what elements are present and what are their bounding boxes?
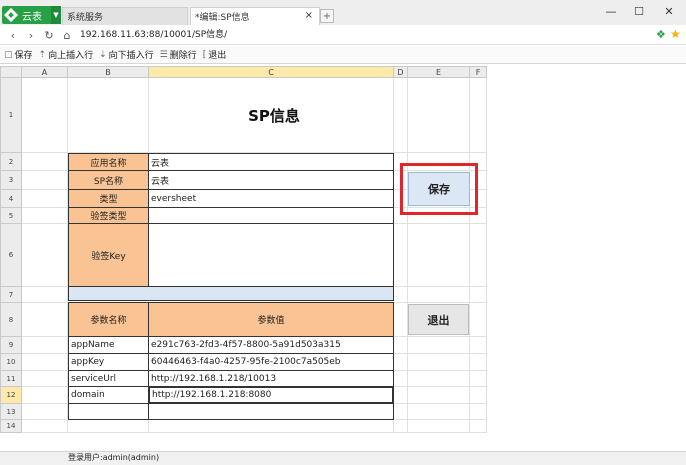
row-header[interactable]: 10 xyxy=(0,354,22,371)
param-value-cell[interactable]: http://192.168.1.218/10013 xyxy=(148,370,394,387)
tab-edit-sp-info[interactable]: *编辑:SP信息 × xyxy=(190,7,320,25)
tab-system-service[interactable]: 系统服务 xyxy=(62,7,188,25)
param-name-cell[interactable]: appKey xyxy=(68,353,149,371)
row-header[interactable]: 1 xyxy=(0,78,22,153)
grid-line xyxy=(469,78,470,433)
star-icon[interactable]: ★ xyxy=(670,27,682,41)
save-button[interactable]: 保存 xyxy=(408,172,470,206)
param-name-cell[interactable]: serviceUrl xyxy=(68,370,149,387)
close-icon[interactable]: × xyxy=(305,10,313,21)
save-icon: ▢ xyxy=(4,49,13,60)
field-value-sign-key[interactable] xyxy=(148,223,394,287)
new-tab-icon[interactable]: + xyxy=(320,9,334,23)
field-label: 应用名称 xyxy=(68,153,149,171)
param-name-header: 参数名称 xyxy=(68,302,149,337)
row-header[interactable]: 8 xyxy=(0,303,22,337)
column-header-d[interactable]: D xyxy=(394,66,408,78)
column-header-c[interactable]: C xyxy=(149,66,394,78)
toolbar: ▢ 保存 ⇡ 向上插入行 ⇣ 向下插入行 ☰ 删除行 [退出 xyxy=(0,46,686,64)
param-value-cell[interactable] xyxy=(148,403,394,420)
insert-above-label: 向上插入行 xyxy=(48,51,94,61)
row-header[interactable]: 4 xyxy=(0,190,22,208)
save-label: 保存 xyxy=(14,51,33,61)
app-menu-button[interactable]: 云表 xyxy=(2,6,58,24)
exit-button[interactable]: 退出 xyxy=(408,304,469,335)
column-header-a[interactable]: A xyxy=(22,66,68,78)
grid-line xyxy=(407,78,408,433)
row-header[interactable]: 12 xyxy=(0,387,22,404)
home-icon[interactable]: ⌂ xyxy=(60,27,74,43)
app-name: 云表 xyxy=(22,11,42,23)
login-user-status: 登录用户:admin(admin) xyxy=(68,453,160,462)
grid-line xyxy=(486,78,487,433)
maximize-icon[interactable]: ☐ xyxy=(626,2,652,20)
param-value-cell-active[interactable]: http://192.168.1.218:8080 xyxy=(148,386,394,404)
insert-above-button[interactable]: ⇡ 向上插入行 xyxy=(38,48,94,62)
insert-above-icon: ⇡ xyxy=(38,49,47,60)
delete-row-icon: ☰ xyxy=(159,49,168,60)
param-value-cell[interactable]: 60446463-f4a0-4257-95fe-2100c7a505eb xyxy=(148,353,394,371)
field-value-sp-name[interactable]: 云表 xyxy=(148,170,394,190)
row-header[interactable]: 14 xyxy=(0,420,22,433)
back-icon[interactable]: ‹ xyxy=(6,27,20,43)
param-name-cell[interactable]: domain xyxy=(68,386,149,404)
field-label: 验签类型 xyxy=(68,207,149,224)
row-header[interactable]: 3 xyxy=(0,171,22,190)
row-header[interactable]: 5 xyxy=(0,208,22,224)
extension-icon[interactable]: ❖ xyxy=(656,28,668,41)
tab-label: *编辑:SP信息 xyxy=(195,13,250,23)
delete-row-button[interactable]: ☰ 删除行 xyxy=(159,48,197,62)
field-value-type[interactable]: eversheet xyxy=(148,189,394,208)
param-name-cell[interactable]: appName xyxy=(68,336,149,354)
minimize-icon[interactable]: — xyxy=(598,2,624,20)
page-title: SP信息 xyxy=(248,106,300,125)
chevron-down-icon[interactable]: ▼ xyxy=(51,6,61,24)
column-header-b[interactable]: B xyxy=(68,66,149,78)
row-header[interactable]: 7 xyxy=(0,287,22,303)
delete-row-label: 删除行 xyxy=(169,51,197,61)
exit-toolbar-button[interactable]: [退出 xyxy=(202,48,227,62)
exit-icon: [ xyxy=(202,49,207,60)
row-header[interactable]: 2 xyxy=(0,153,22,171)
save-toolbar-button[interactable]: ▢ 保存 xyxy=(4,48,33,62)
row-header[interactable]: 9 xyxy=(0,337,22,354)
tab-label: 系统服务 xyxy=(67,13,104,23)
param-name-cell[interactable] xyxy=(68,403,149,420)
column-header-e[interactable]: E xyxy=(408,66,470,78)
corner-cell[interactable] xyxy=(0,66,22,78)
insert-below-label: 向下插入行 xyxy=(108,51,154,61)
column-header-f[interactable]: F xyxy=(470,66,487,78)
field-label: 验签Key xyxy=(68,223,149,287)
field-label: SP名称 xyxy=(68,170,149,190)
separator-row xyxy=(68,286,394,301)
close-window-icon[interactable]: ✕ xyxy=(656,2,682,20)
field-value-app-name[interactable]: 云表 xyxy=(148,153,394,171)
insert-below-button[interactable]: ⇣ 向下插入行 xyxy=(99,48,154,62)
grid-line xyxy=(22,432,487,433)
diamond-logo-icon xyxy=(3,7,19,23)
field-label: 类型 xyxy=(68,189,149,208)
reload-icon[interactable]: ↻ xyxy=(42,27,56,43)
field-value-sign-type[interactable] xyxy=(148,207,394,224)
row-header[interactable]: 11 xyxy=(0,371,22,387)
url-field[interactable]: 192.168.11.63:88/10001/SP信息/ xyxy=(80,28,380,42)
param-value-cell[interactable]: e291c763-2fd3-4f57-8800-5a91d503a315 xyxy=(148,336,394,354)
exit-label: 退出 xyxy=(208,51,227,61)
param-value-header: 参数值 xyxy=(148,302,394,337)
row-header[interactable]: 6 xyxy=(0,224,22,287)
row-header[interactable]: 13 xyxy=(0,404,22,420)
insert-below-icon: ⇣ xyxy=(99,49,107,60)
forward-icon[interactable]: › xyxy=(24,27,38,43)
